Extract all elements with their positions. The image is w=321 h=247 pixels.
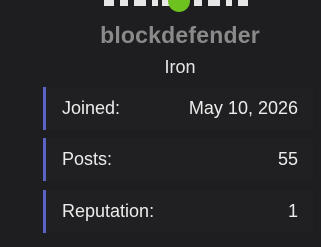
stat-value-reputation: 1 — [287, 201, 298, 221]
stat-value-joined: May 10, 2026 — [188, 98, 298, 118]
stat-label-posts: Posts: — [62, 149, 113, 169]
stat-label-joined: Joined: — [62, 98, 121, 118]
profile-card: blockdefender Iron Joined: May 10, 2026 … — [0, 0, 321, 247]
stat-row-reputation: Reputation: 1 — [43, 190, 313, 233]
online-status-indicator — [168, 0, 190, 12]
stat-label-reputation: Reputation: — [62, 201, 155, 221]
user-rank: Iron — [164, 57, 196, 77]
stat-row-posts: Posts: 55 — [43, 138, 313, 181]
username[interactable]: blockdefender — [0, 22, 321, 49]
stat-row-joined: Joined: May 10, 2026 — [43, 87, 313, 130]
stat-value-posts: 55 — [277, 149, 298, 169]
